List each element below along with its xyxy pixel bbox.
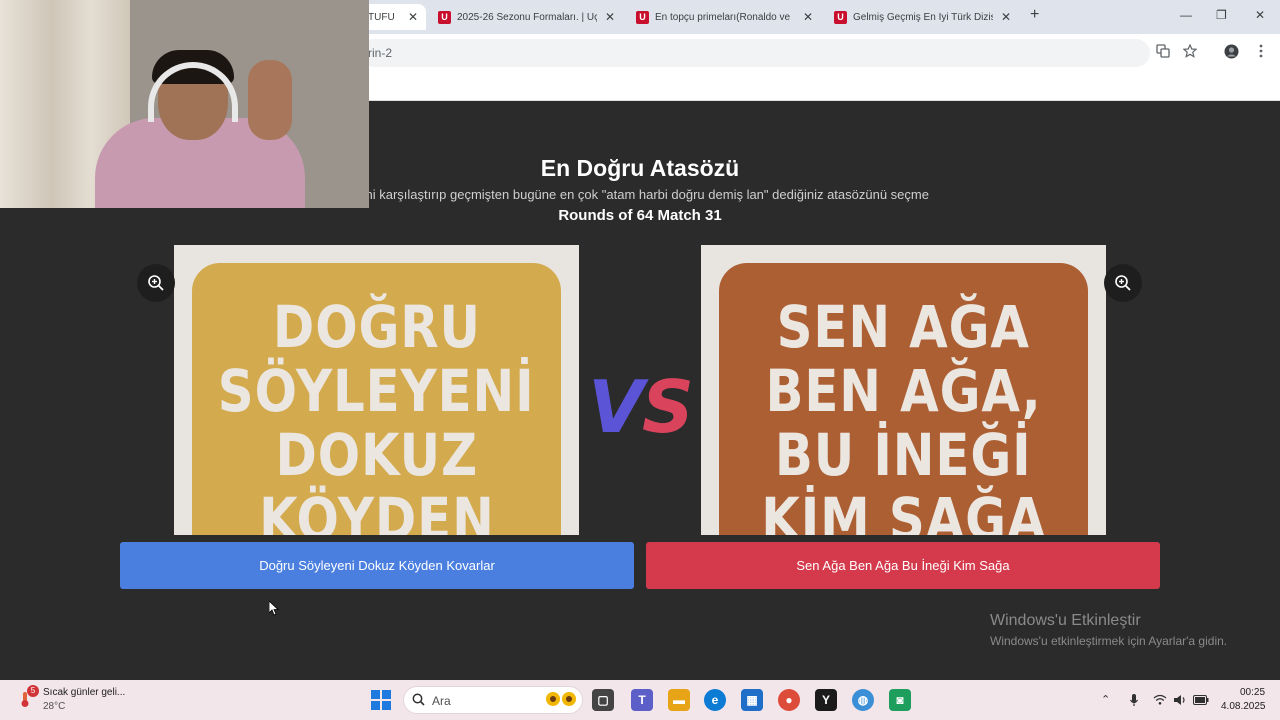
android-app-icon[interactable]: ◙ bbox=[889, 689, 911, 711]
round-indicator: Rounds of 64 Match 31 bbox=[558, 207, 722, 224]
file-explorer-icon[interactable]: ▬ bbox=[668, 689, 690, 711]
zoom-in-icon bbox=[148, 275, 164, 291]
poster-line: SEN AĞA bbox=[776, 293, 1031, 361]
sunflower-icon bbox=[546, 692, 576, 706]
chrome-icon[interactable]: ● bbox=[778, 689, 800, 711]
mouse-cursor-icon bbox=[269, 601, 279, 616]
site-favicon-icon: U bbox=[438, 10, 451, 24]
volume-icon[interactable] bbox=[1173, 694, 1187, 706]
tab-close-icon[interactable]: ✕ bbox=[1001, 10, 1011, 24]
translate-icon[interactable] bbox=[1156, 44, 1170, 61]
right-poster: SEN AĞA BEN AĞA, BU İNEĞİ KİM SAĞA bbox=[719, 263, 1088, 535]
choose-right-button[interactable]: Sen Ağa Ben Ağa Bu İneği Kim Sağa bbox=[646, 542, 1160, 589]
poster-line: BU İNEĞİ bbox=[775, 421, 1032, 489]
windows-start-icon[interactable] bbox=[371, 690, 391, 710]
poster-line: SÖYLEYENİ bbox=[218, 357, 535, 425]
browser-menu-icon[interactable] bbox=[1259, 44, 1263, 61]
left-zoom-button[interactable] bbox=[137, 264, 175, 302]
tab-label: 2025-26 Sezonu Formaları. | Uç bbox=[457, 11, 597, 23]
activation-watermark-title: Windows'u Etkinleştir bbox=[990, 612, 1141, 629]
minimize-button[interactable]: — bbox=[1180, 8, 1192, 22]
tab-primeler[interactable]: U En topçu primeları(Ronaldo ve ✕ bbox=[636, 4, 813, 30]
poster-line: BEN AĞA, bbox=[765, 357, 1042, 425]
right-zoom-button[interactable] bbox=[1104, 264, 1142, 302]
tab-label: TUFU bbox=[368, 11, 395, 23]
teams-icon[interactable]: T bbox=[631, 689, 653, 711]
zoom-in-icon bbox=[1115, 275, 1131, 291]
vs-letter-s: S bbox=[641, 365, 694, 449]
vs-label: VS bbox=[580, 365, 700, 449]
vs-letter-v: V bbox=[588, 365, 644, 449]
tab-label: En topçu primeları(Ronaldo ve bbox=[655, 11, 791, 23]
close-window-button[interactable]: ✕ bbox=[1255, 8, 1265, 22]
tab-close-icon[interactable]: ✕ bbox=[408, 10, 418, 24]
url-text: rin-2 bbox=[368, 46, 393, 60]
left-candidate-image[interactable]: DOĞRU SÖYLEYENİ DOKUZ KÖYDEN bbox=[174, 245, 579, 535]
poster-line: KİM SAĞA bbox=[760, 485, 1047, 535]
tab-label: Gelmiş Geçmiş En İyi Türk Dizisi bbox=[853, 11, 993, 23]
restore-button[interactable]: ❐ bbox=[1216, 8, 1227, 22]
tray-chevron-up-icon[interactable]: ⌃ bbox=[1101, 693, 1110, 706]
poster-line: KÖYDEN bbox=[258, 485, 495, 535]
profile-avatar-icon[interactable] bbox=[1224, 44, 1239, 62]
left-poster: DOĞRU SÖYLEYENİ DOKUZ KÖYDEN bbox=[192, 263, 561, 535]
streamer-hand bbox=[248, 60, 292, 140]
tab-diziler[interactable]: U Gelmiş Geçmiş En İyi Türk Dizisi ✕ bbox=[834, 4, 1011, 30]
webcam-overlay bbox=[0, 0, 369, 208]
microphone-icon[interactable] bbox=[1129, 693, 1139, 707]
wifi-icon[interactable] bbox=[1153, 694, 1167, 705]
search-icon bbox=[412, 693, 425, 706]
yandex-icon[interactable]: Y bbox=[815, 689, 837, 711]
tab-close-icon[interactable]: ✕ bbox=[605, 10, 615, 24]
store-icon[interactable]: ▦ bbox=[741, 689, 763, 711]
activation-watermark-subtitle: Windows'u etkinleştirmek için Ayarlar'a … bbox=[990, 634, 1228, 648]
battery-icon[interactable] bbox=[1193, 695, 1209, 705]
poster-line: DOKUZ bbox=[275, 421, 478, 489]
weather-temperature: 28°C bbox=[43, 701, 66, 712]
taskbar-search-label: Ara bbox=[432, 694, 451, 708]
site-favicon-icon: U bbox=[636, 10, 649, 24]
globe-app-icon[interactable]: ◍ bbox=[852, 689, 874, 711]
weather-text[interactable]: Sıcak günler geli... bbox=[43, 687, 125, 698]
url-input[interactable]: rin-2 bbox=[360, 39, 1150, 67]
tab-formalar[interactable]: U 2025-26 Sezonu Formaları. | Uç ✕ bbox=[438, 4, 615, 30]
bookmark-star-icon[interactable] bbox=[1182, 43, 1198, 61]
clock-date[interactable]: 4.08.2025 bbox=[1221, 701, 1266, 712]
right-candidate-image[interactable]: SEN AĞA BEN AĞA, BU İNEĞİ KİM SAĞA bbox=[701, 245, 1106, 535]
weather-badge: 5 bbox=[27, 685, 39, 697]
tab-active[interactable]: TUFU ✕ bbox=[360, 4, 426, 30]
tab-close-icon[interactable]: ✕ bbox=[803, 10, 813, 24]
edge-icon[interactable]: e bbox=[704, 689, 726, 711]
task-view-icon[interactable]: ▢ bbox=[592, 689, 614, 711]
site-favicon-icon: U bbox=[834, 10, 847, 24]
choose-left-button[interactable]: Doğru Söyleyeni Dokuz Köyden Kovarlar bbox=[120, 542, 634, 589]
clock-time[interactable]: 00:25 bbox=[1240, 687, 1265, 698]
new-tab-button[interactable]: + bbox=[1030, 6, 1039, 24]
poster-line: DOĞRU bbox=[272, 293, 481, 361]
